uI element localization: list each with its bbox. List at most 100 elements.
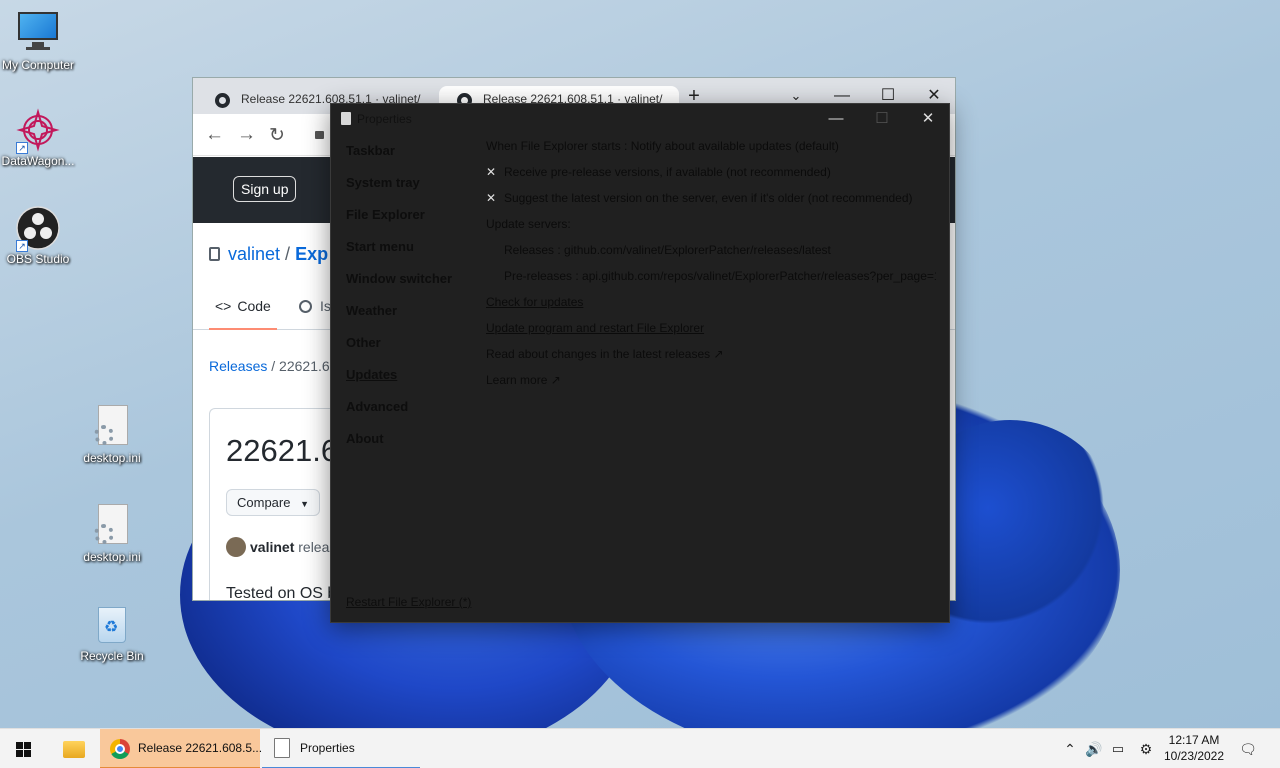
- clock-date: 10/23/2022: [1163, 749, 1225, 763]
- latest-version-option[interactable]: ✕ Suggest the latest version on the serve…: [486, 190, 936, 216]
- network-icon[interactable]: ▭: [1108, 739, 1128, 759]
- volume-icon[interactable]: 🔊: [1084, 739, 1104, 759]
- properties-titlebar[interactable]: Properties — ☐ ✕: [331, 104, 949, 134]
- properties-app-icon: [341, 112, 351, 125]
- properties-title: Properties: [357, 112, 412, 126]
- properties-app-icon: [274, 738, 290, 758]
- sidebar-item-start-menu[interactable]: Start menu: [346, 238, 476, 270]
- avatar[interactable]: [226, 537, 246, 557]
- breadcrumb-current: 22621.60: [279, 358, 338, 374]
- author-link[interactable]: valinet: [250, 539, 294, 555]
- repo-name-link[interactable]: Exp: [295, 244, 328, 264]
- taskbar-chrome-label: Release 22621.608.5...: [138, 741, 263, 755]
- properties-sidebar: Taskbar System tray File Explorer Start …: [346, 142, 476, 462]
- update-and-restart-link[interactable]: Update program and restart File Explorer: [486, 320, 936, 346]
- read-changes-link[interactable]: Read about changes in the latest release…: [486, 346, 936, 372]
- sidebar-item-window-switcher[interactable]: Window switcher: [346, 270, 476, 302]
- repo-owner-link[interactable]: valinet: [228, 244, 280, 264]
- windows-logo-icon: [16, 750, 23, 757]
- breadcrumb: Releases / 22621.60: [209, 358, 337, 374]
- sidebar-item-file-explorer[interactable]: File Explorer: [346, 206, 476, 238]
- issues-icon: [299, 300, 312, 313]
- shortcut-arrow-icon: ↗: [16, 142, 28, 154]
- update-servers-heading: Update servers:: [486, 217, 571, 231]
- desktop-icon-label: My Computer: [1, 58, 75, 72]
- taskbar-chrome-button[interactable]: Release 22621.608.5...: [100, 729, 263, 768]
- desktop-icon-label: desktop.ini: [83, 550, 141, 564]
- notification-icon[interactable]: 🗨: [1238, 739, 1258, 759]
- windows-logo-icon: [16, 742, 23, 749]
- learn-more-link[interactable]: Learn more ↗: [486, 372, 936, 398]
- sidebar-item-system-tray[interactable]: System tray: [346, 174, 476, 206]
- tab-code-label: Code: [237, 298, 271, 314]
- tab-issues[interactable]: Is: [299, 298, 331, 314]
- taskbar-properties-label: Properties: [300, 741, 355, 755]
- taskbar: Release 22621.608.5... Properties ⌃ 🔊 ▭ …: [0, 728, 1280, 768]
- github-icon: [215, 93, 230, 108]
- windows-logo-icon: [24, 750, 31, 757]
- compare-button[interactable]: Compare ▼: [226, 489, 321, 516]
- back-icon[interactable]: ←: [205, 124, 224, 146]
- start-button[interactable]: [0, 729, 48, 768]
- clock-time: 12:17 AM: [1168, 733, 1220, 747]
- settings-file-icon: [90, 405, 134, 449]
- unchecked-x-icon: ✕: [486, 165, 497, 179]
- desktop-icon-label: desktop.ini: [83, 451, 141, 465]
- release-card: 22621.6 Compare ▼ valinet releas Tested …: [209, 408, 349, 600]
- obs-icon: ↗: [16, 206, 60, 252]
- desktop-icon-label: Recycle Bin: [80, 649, 144, 663]
- clock[interactable]: 12:17 AM 10/23/2022: [1160, 732, 1228, 764]
- minimize-icon[interactable]: —: [813, 104, 859, 134]
- desktop-icon-obs[interactable]: ↗ OBS Studio: [0, 206, 78, 266]
- close-icon[interactable]: ✕: [905, 104, 951, 134]
- check-for-updates-link[interactable]: Check for updates: [486, 294, 936, 320]
- desktop-icon-label: DataWagon...: [1, 154, 75, 168]
- caret-down-icon: ▼: [300, 499, 310, 509]
- repo-title: valinet / Exp: [209, 244, 328, 265]
- restart-file-explorer-link[interactable]: Restart File Explorer (*): [346, 595, 471, 609]
- desktop-icon-desktop-ini[interactable]: desktop.ini: [72, 504, 152, 564]
- shortcut-arrow-icon: ↗: [16, 240, 28, 252]
- forward-icon[interactable]: →: [237, 124, 256, 146]
- sign-up-button[interactable]: Sign up: [233, 176, 297, 202]
- desktop-icon-datawagon[interactable]: ↗ DataWagon...: [0, 108, 78, 168]
- properties-window[interactable]: Properties — ☐ ✕ Taskbar System tray Fil…: [330, 103, 950, 623]
- sidebar-item-updates[interactable]: Updates: [346, 366, 476, 398]
- release-title: 22621.6: [226, 433, 339, 468]
- desktop-icon-recycle-bin[interactable]: ♻ Recycle Bin: [72, 603, 152, 663]
- maximize-icon[interactable]: ☐: [859, 104, 905, 134]
- sidebar-item-advanced[interactable]: Advanced: [346, 398, 476, 430]
- code-icon: <>: [215, 298, 232, 314]
- reload-icon[interactable]: ↻: [269, 124, 285, 147]
- prereleases-server-field[interactable]: Pre-releases : api.github.com/repos/vali…: [486, 268, 936, 294]
- desktop-icon-desktop-ini[interactable]: desktop.ini: [72, 405, 152, 465]
- sidebar-item-other[interactable]: Other: [346, 334, 476, 366]
- tab-code[interactable]: <> Code: [209, 298, 277, 330]
- taskbar-file-explorer-button[interactable]: [50, 729, 98, 768]
- lock-icon: [315, 131, 324, 139]
- compare-label: Compare: [237, 495, 291, 510]
- datawagon-icon: ↗: [16, 108, 60, 154]
- prerelease-option[interactable]: ✕ Receive pre-release versions, if availa…: [486, 164, 936, 190]
- prerelease-option-label: Receive pre-release versions, if availab…: [504, 165, 831, 179]
- repo-icon: [209, 247, 220, 261]
- startup-behavior-option[interactable]: When File Explorer starts : Notify about…: [486, 138, 936, 164]
- latest-version-option-label: Suggest the latest version on the server…: [504, 191, 913, 205]
- windows-logo-icon: [24, 742, 31, 749]
- taskbar-properties-button[interactable]: Properties: [262, 729, 420, 768]
- sidebar-item-weather[interactable]: Weather: [346, 302, 476, 334]
- sidebar-item-taskbar[interactable]: Taskbar: [346, 142, 476, 174]
- breadcrumb-releases-link[interactable]: Releases: [209, 358, 267, 374]
- releases-server-field[interactable]: Releases : github.com/valinet/ExplorerPa…: [486, 242, 936, 268]
- gear-icon[interactable]: ⚙: [1136, 739, 1156, 759]
- desktop-icon-my-computer[interactable]: My Computer: [0, 12, 78, 72]
- updates-panel: When File Explorer starts : Notify about…: [486, 138, 936, 398]
- repo-separator: /: [285, 244, 291, 264]
- chrome-icon: [110, 739, 130, 759]
- unchecked-x-icon: ✕: [486, 191, 497, 205]
- chevron-up-icon[interactable]: ⌃: [1060, 739, 1080, 759]
- release-author: valinet releas: [226, 537, 336, 557]
- sidebar-item-about[interactable]: About: [346, 430, 476, 462]
- folder-icon: [63, 741, 85, 758]
- recycle-bin-icon: ♻: [90, 603, 134, 647]
